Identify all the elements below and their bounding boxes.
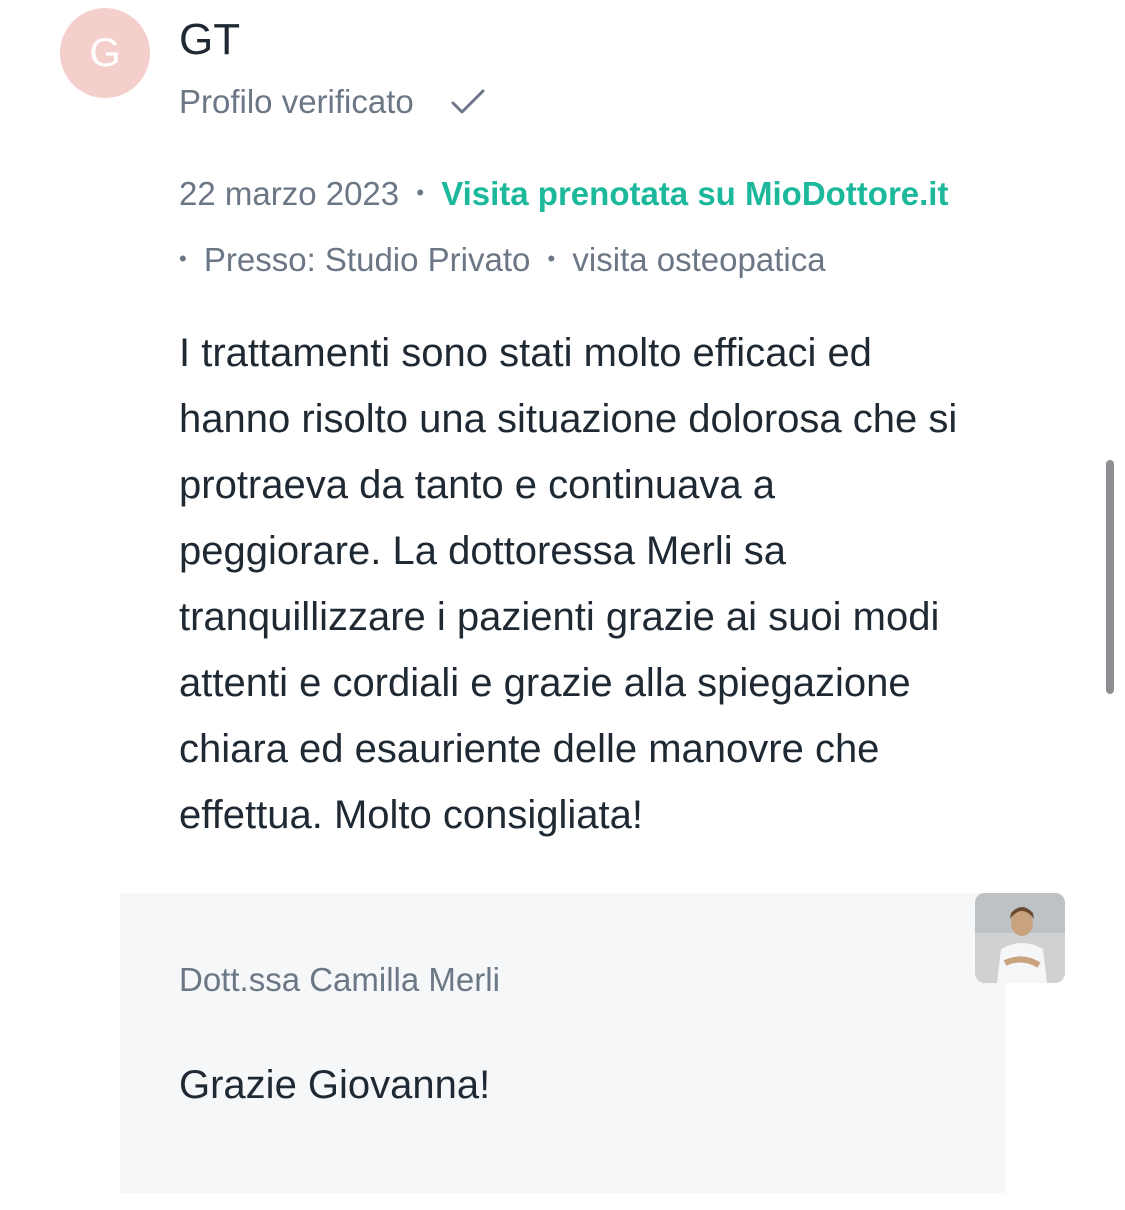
reply-author: Dott.ssa Camilla Merli (179, 961, 500, 998)
check-icon (451, 89, 485, 114)
scrollbar[interactable] (1106, 460, 1114, 694)
doctor-portrait-icon (975, 893, 1065, 983)
bullet-separator: • (416, 180, 425, 206)
review-meta: 22 marzo 2023 • Visita prenotata su MioD… (179, 174, 948, 216)
doctor-photo (975, 893, 1065, 983)
reviewer-name: GT (179, 15, 241, 64)
visit-location: Presso: Studio Privato (203, 241, 531, 278)
bullet-separator: • (547, 246, 556, 272)
verified-label: Profilo verificato (179, 83, 414, 120)
doctor-reply-box (120, 893, 1005, 1193)
reply-text: Grazie Giovanna! (179, 1063, 491, 1107)
review-date: 22 marzo 2023 (179, 175, 400, 212)
booked-on-link[interactable]: Visita prenotata su MioDottore.it (441, 175, 948, 212)
visit-service: visita osteopatica (572, 241, 826, 278)
verified-profile: Profilo verificato (179, 82, 488, 122)
review-body: I trattamenti sono stati molto efficaci … (179, 331, 958, 837)
visit-details: • Presso: Studio Privato • visita osteop… (179, 240, 826, 282)
reviewer-avatar: G (60, 8, 150, 98)
bullet-separator: • (179, 246, 187, 272)
